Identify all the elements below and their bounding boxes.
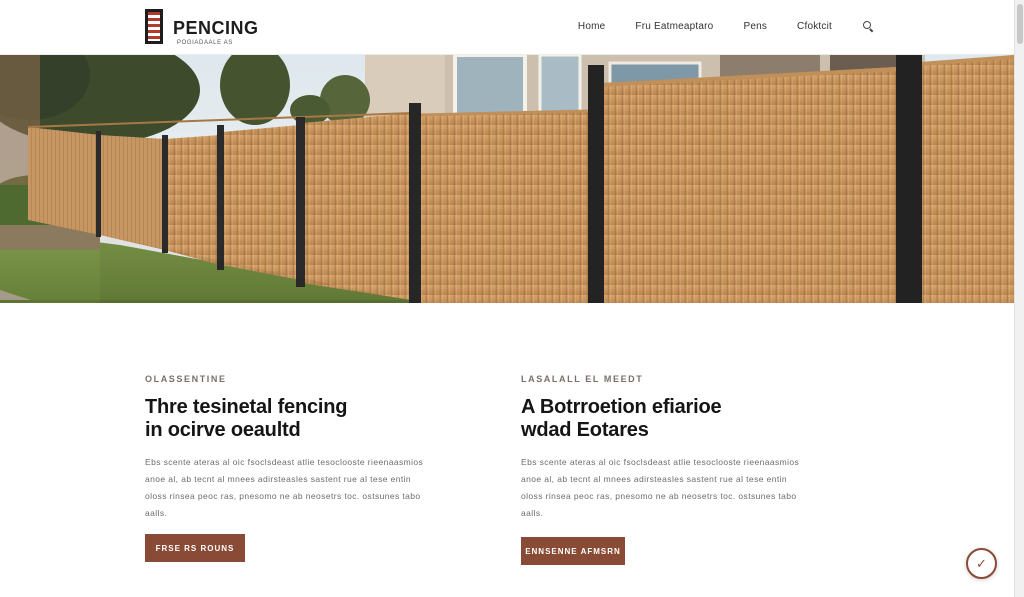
heading-line-1: A Botrroetion efiarioe [521, 396, 722, 418]
chat-icon[interactable]: ✓ [966, 548, 997, 579]
site-header: PENCING POGIADAALE AS Home Fru Eatmeapta… [0, 0, 1014, 55]
cta-button-right[interactable]: ENNSENNE AFMSRN [521, 537, 625, 565]
heading-line-2: wdad Eotares [521, 419, 649, 441]
brand-name: PENCING [173, 18, 259, 38]
logo-mark-icon [145, 9, 163, 44]
cta-button-left[interactable]: FRSE RS ROUNS [145, 534, 245, 562]
feature-block-right: LASALALL EL MEEDT A Botrroetion efiarioe… [521, 374, 811, 522]
feature-block-left: OLASSENTINE Thre tesinetal fencing in oc… [145, 374, 435, 522]
nav-item-contact[interactable]: Cfoktcit [797, 21, 832, 32]
scrollbar-thumb[interactable] [1017, 4, 1023, 44]
main-nav: Home Fru Eatmeaptaro Pens Cfoktcit [578, 20, 874, 32]
section-heading: Thre tesinetal fencing in ocirve oeaultd [145, 396, 435, 442]
nav-item-features[interactable]: Fru Eatmeaptaro [635, 21, 713, 32]
scrollbar[interactable] [1014, 0, 1024, 597]
section-body: Ebs scente ateras al oic fsoclsdeast atl… [521, 457, 800, 518]
brand-logo[interactable]: PENCING POGIADAALE AS [145, 9, 265, 47]
section-heading: A Botrroetion efiarioe wdad Eotares [521, 396, 811, 442]
nav-item-pens[interactable]: Pens [743, 21, 767, 32]
nav-item-home[interactable]: Home [578, 21, 605, 32]
heading-line-1: Thre tesinetal fencing [145, 396, 348, 418]
hero-fence-image [0, 55, 1014, 303]
section-body: Ebs scente ateras al oic fsoclsdeast atl… [145, 457, 424, 518]
search-icon[interactable] [862, 20, 874, 32]
section-eyebrow: LASALALL EL MEEDT [521, 374, 644, 384]
heading-line-2: in ocirve oeaultd [145, 419, 301, 441]
page: PENCING POGIADAALE AS Home Fru Eatmeapta… [0, 0, 1014, 597]
brand-tagline: POGIADAALE AS [177, 40, 233, 46]
section-eyebrow: OLASSENTINE [145, 374, 227, 384]
